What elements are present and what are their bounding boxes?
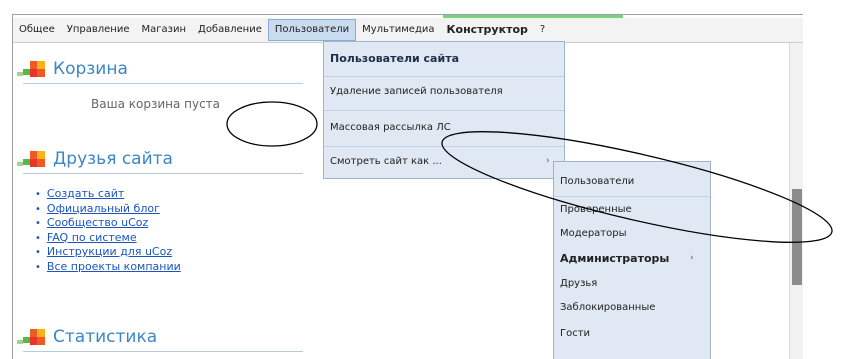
bullet-icon: •: [35, 203, 41, 215]
block-cube-icon: [17, 149, 45, 169]
stats-block-title: Статистика: [17, 327, 158, 347]
cart-title: Корзина: [53, 59, 128, 79]
menubar: Общее Управление Магазин Добавление Поль…: [13, 18, 803, 43]
cart-empty-text: Ваша корзина пуста: [91, 97, 221, 111]
link-create-site[interactable]: Создать сайт: [47, 187, 124, 200]
menu-item-view-site-as[interactable]: Смотреть сайт как ...: [330, 156, 442, 167]
list-item: • Официальный блог: [35, 202, 181, 217]
link-community[interactable]: Сообщество uCoz: [47, 216, 148, 229]
link-official-blog[interactable]: Официальный блог: [47, 202, 160, 215]
submenu-item-blocked[interactable]: Заблокированные: [560, 302, 655, 313]
list-item: • FAQ по системе: [35, 231, 181, 246]
list-item: • Инструкции для uCoz: [35, 245, 181, 260]
bullet-icon: •: [35, 261, 41, 273]
submenu-arrow-icon: ›: [546, 156, 550, 166]
menu-add[interactable]: Добавление: [192, 19, 268, 41]
view-as-submenu: Пользователи Проверенные Модераторы Адми…: [553, 161, 711, 359]
submenu-arrow-icon: ›: [690, 253, 694, 263]
scrollbar-thumb[interactable]: [792, 189, 802, 285]
menu-item-site-users[interactable]: Пользователи сайта: [330, 52, 459, 65]
menu-general[interactable]: Общее: [13, 19, 61, 41]
submenu-item-friends[interactable]: Друзья: [560, 278, 597, 289]
users-dropdown-menu: Пользователи сайта Удаление записей поль…: [323, 41, 565, 179]
link-instructions[interactable]: Инструкции для uCoz: [47, 245, 172, 258]
menu-divider: [324, 76, 564, 77]
bullet-icon: •: [35, 247, 41, 258]
submenu-item-moderators[interactable]: Модераторы: [560, 228, 626, 239]
menu-divider: [324, 146, 564, 147]
admin-window: Общее Управление Магазин Добавление Поль…: [12, 14, 803, 359]
menu-divider: [554, 196, 710, 197]
friends-links-list: • Создать сайт • Официальный блог • Сообщес…: [35, 187, 181, 274]
menu-help[interactable]: ?: [534, 19, 551, 41]
list-item: • Все проекты компании: [35, 260, 181, 275]
link-faq[interactable]: FAQ по системе: [47, 231, 137, 244]
menu-divider: [324, 110, 564, 111]
list-item: • Сообщество uCoz: [35, 216, 181, 231]
stats-title-underline: [23, 351, 303, 352]
menu-constructor[interactable]: Конструктор: [441, 19, 534, 41]
menu-users[interactable]: Пользователи: [267, 19, 357, 41]
list-item: • Создать сайт: [35, 187, 181, 202]
cart-block-title: Корзина: [17, 59, 128, 79]
friends-block-title: Друзья сайта: [17, 149, 173, 169]
menu-management[interactable]: Управление: [61, 19, 136, 41]
menu-item-delete-user-records[interactable]: Удаление записей пользователя: [330, 86, 503, 97]
cart-title-underline: [23, 83, 303, 84]
block-cube-icon: [17, 59, 45, 79]
submenu-item-users[interactable]: Пользователи: [560, 176, 634, 187]
friends-title: Друзья сайта: [53, 149, 173, 169]
link-all-projects[interactable]: Все проекты компании: [47, 260, 181, 273]
menu-multimedia[interactable]: Мультимедиа: [356, 19, 440, 41]
submenu-item-guests[interactable]: Гости: [560, 328, 590, 339]
submenu-item-verified[interactable]: Проверенные: [560, 204, 632, 215]
bullet-icon: •: [35, 232, 41, 244]
friends-title-underline: [23, 173, 303, 174]
block-cube-icon: [17, 327, 45, 347]
bullet-icon: •: [35, 218, 41, 229]
stats-title: Статистика: [53, 327, 158, 347]
bullet-icon: •: [35, 189, 41, 200]
menu-item-mass-pm[interactable]: Массовая рассылка ЛС: [330, 122, 451, 133]
submenu-item-administrators[interactable]: Администраторы: [560, 252, 669, 265]
vertical-scrollbar[interactable]: [789, 43, 803, 359]
menu-shop[interactable]: Магазин: [136, 19, 193, 41]
